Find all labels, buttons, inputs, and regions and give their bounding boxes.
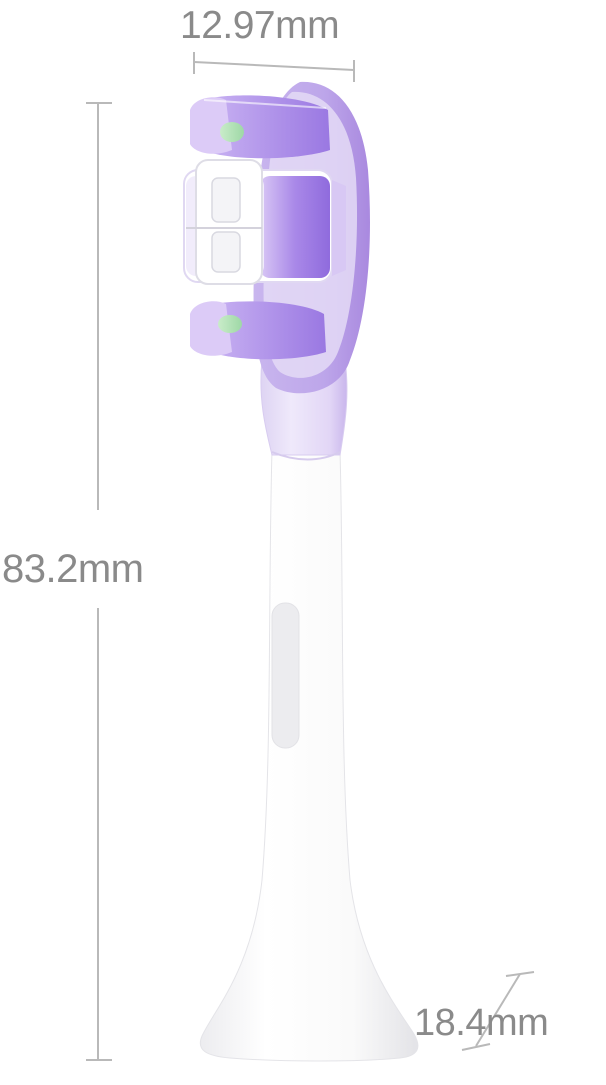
product-dimension-image: 12.97mm 83.2mm 18.4mm — [0, 0, 606, 1085]
width-dimension-label: 12.97mm — [180, 4, 340, 47]
brush-head — [183, 81, 370, 394]
top-bristle-tuft — [190, 95, 330, 159]
center-bristle-block — [183, 159, 346, 285]
base-dimension-label: 18.4mm — [414, 1002, 549, 1044]
bottom-bristle-tuft — [190, 301, 326, 360]
toothbrush-head-illustration — [86, 52, 535, 1062]
brush-handle — [199, 449, 419, 1062]
length-dimension-label: 83.2mm — [2, 547, 144, 591]
